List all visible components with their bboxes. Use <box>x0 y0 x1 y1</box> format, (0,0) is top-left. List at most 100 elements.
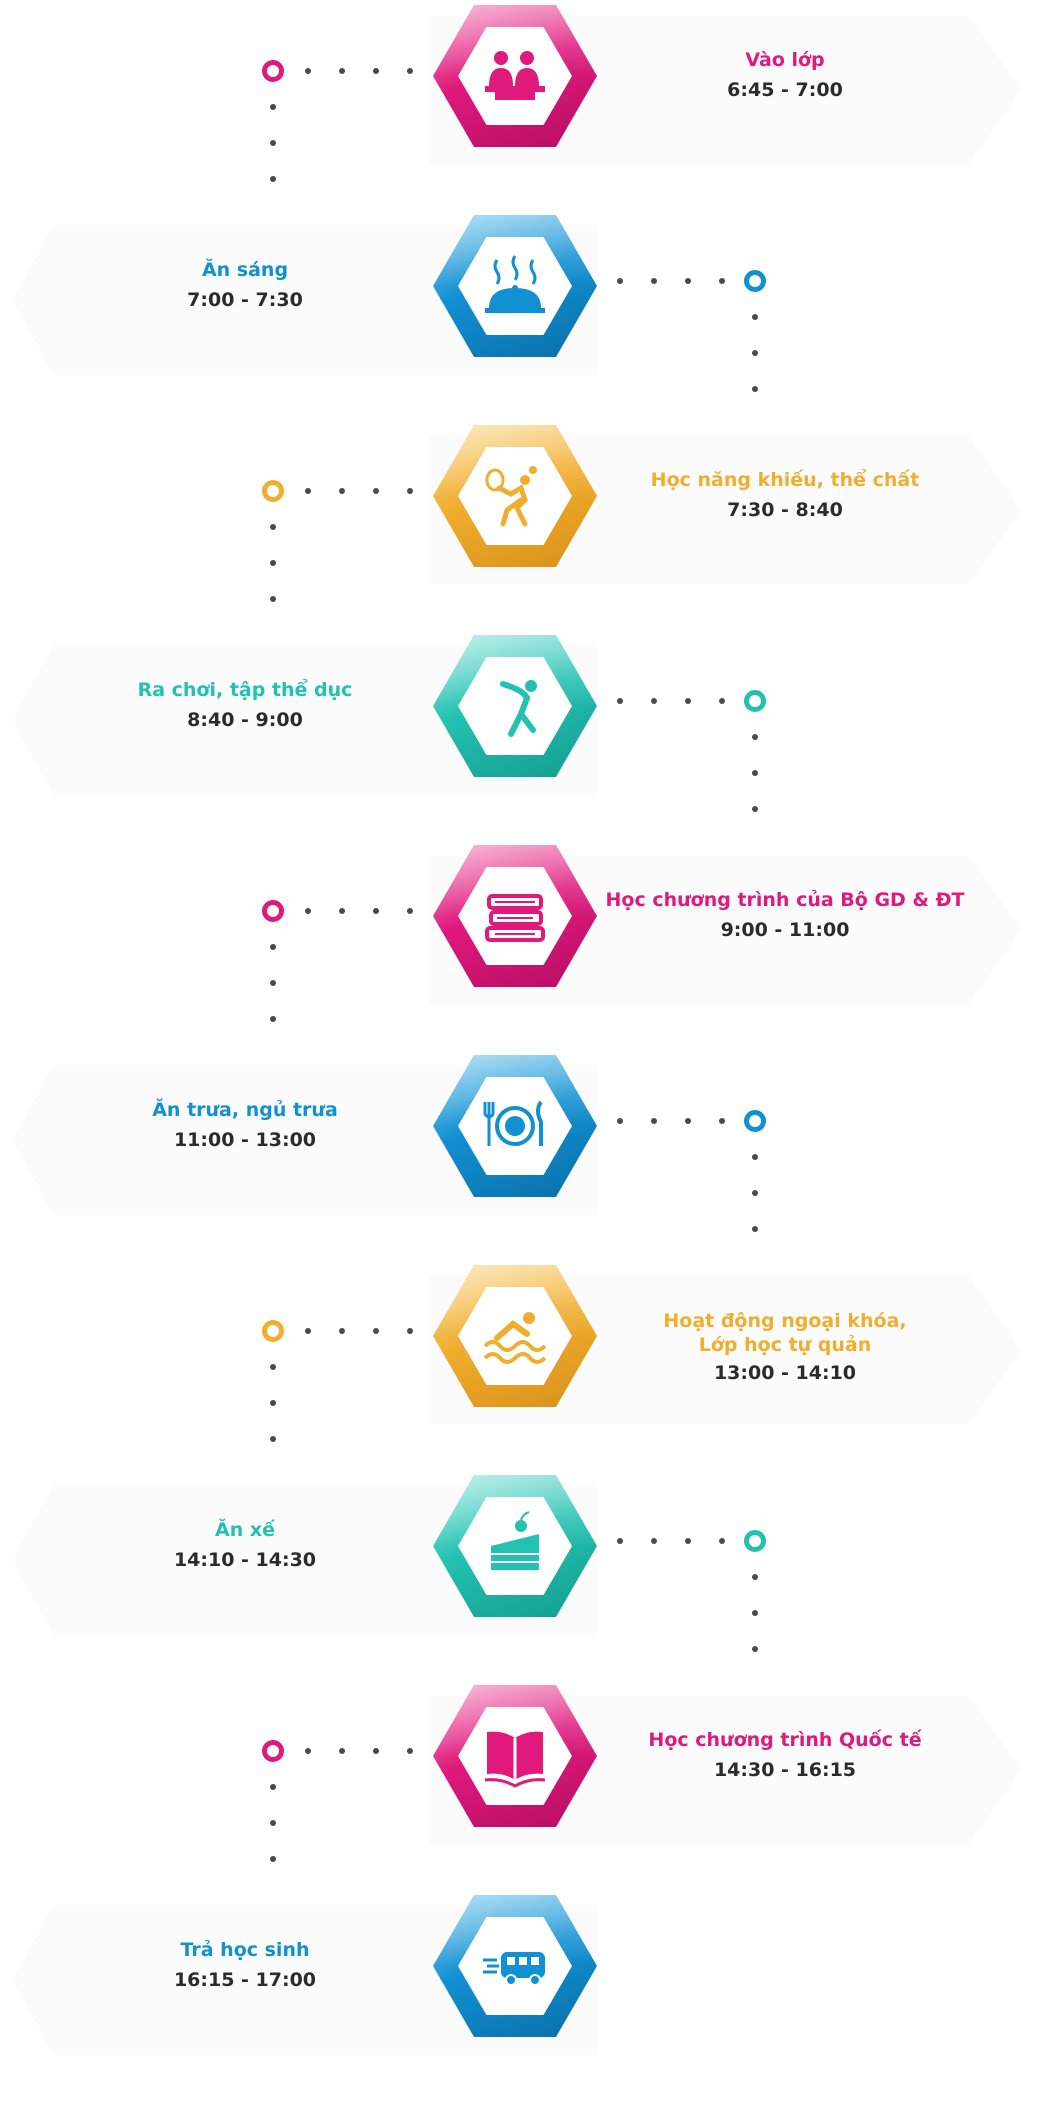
schedule-time: 9:00 - 11:00 <box>720 919 850 941</box>
connector-dot <box>270 980 276 986</box>
connector-dot <box>719 698 725 704</box>
timeline-node <box>744 1530 766 1552</box>
schedule-item: Ăn sáng 7:00 - 7:30 <box>0 215 1039 425</box>
connector-dot <box>752 350 758 356</box>
schedule-item: Ra chơi, tập thể dục 8:40 - 9:00 <box>0 635 1039 845</box>
connector-dot <box>305 1748 311 1754</box>
connector-dot <box>752 806 758 812</box>
connector-dot <box>270 1820 276 1826</box>
connector-dot <box>373 908 379 914</box>
connector-dot <box>407 1748 413 1754</box>
connector-dot <box>270 104 276 110</box>
schedule-time: 14:10 - 14:30 <box>173 1549 317 1571</box>
connector-dot <box>305 908 311 914</box>
schedule-title: Học năng khiếu, thể chất <box>650 469 920 491</box>
schedule-item: Học chương trình Quốc tế 14:30 - 16:15 <box>0 1685 1039 1895</box>
schedule-item: Trả học sinh 16:15 - 17:00 <box>0 1895 1039 2105</box>
connector-dot <box>752 386 758 392</box>
book-stack-icon <box>481 880 549 952</box>
timeline-node <box>262 60 284 82</box>
connector-dot <box>270 1400 276 1406</box>
students-at-desk-icon <box>481 40 549 112</box>
connector-dot <box>270 1856 276 1862</box>
connector-dot <box>651 1118 657 1124</box>
connector-dot <box>339 488 345 494</box>
connector-dot <box>752 734 758 740</box>
open-book-icon <box>481 1720 549 1792</box>
connector-dot <box>651 698 657 704</box>
connector-dot <box>752 1226 758 1232</box>
connector-dot <box>651 1538 657 1544</box>
schedule-time: 8:40 - 9:00 <box>187 709 303 731</box>
schedule-title: Ăn trưa, ngủ trưa <box>152 1099 338 1121</box>
connector-dot <box>685 698 691 704</box>
connector-dot <box>305 488 311 494</box>
school-bus-icon <box>481 1930 549 2002</box>
connector-dot <box>270 1784 276 1790</box>
schedule-time: 7:00 - 7:30 <box>187 289 303 311</box>
schedule-title: Trả học sinh <box>180 1939 310 1961</box>
schedule-title: Hoạt động ngoại khóa, Lớp học tự quản <box>663 1310 907 1356</box>
connector-dot <box>752 1190 758 1196</box>
connector-dot <box>270 176 276 182</box>
connector-dot <box>752 1646 758 1652</box>
connector-dot <box>617 278 623 284</box>
connector-dot <box>270 1364 276 1370</box>
connector-dot <box>270 944 276 950</box>
connector-dot <box>373 1748 379 1754</box>
schedule-time: 6:45 - 7:00 <box>727 79 843 101</box>
timeline-node <box>262 480 284 502</box>
connector-dot <box>373 488 379 494</box>
connector-dot <box>305 68 311 74</box>
connector-dot <box>270 140 276 146</box>
connector-dot <box>752 314 758 320</box>
connector-dot <box>270 596 276 602</box>
schedule-item: Vào lớp 6:45 - 7:00 <box>0 5 1039 215</box>
schedule-item: Học chương trình của Bộ GD & ĐT 9:00 - 11… <box>0 845 1039 1055</box>
schedule-title: Ăn sáng <box>201 259 289 281</box>
connector-dot <box>270 560 276 566</box>
connector-dot <box>719 1538 725 1544</box>
plate-cutlery-icon <box>481 1090 549 1162</box>
connector-dot <box>752 770 758 776</box>
schedule-item: Ăn trưa, ngủ trưa 11:00 - 13:00 <box>0 1055 1039 1265</box>
stretching-person-icon <box>481 670 549 742</box>
connector-dot <box>373 68 379 74</box>
food-cloche-icon <box>481 250 549 322</box>
swimmer-icon <box>481 1300 549 1372</box>
timeline-node <box>744 270 766 292</box>
connector-dot <box>719 1118 725 1124</box>
connector-dot <box>407 908 413 914</box>
connector-dot <box>407 1328 413 1334</box>
timeline-node <box>262 1320 284 1342</box>
cake-slice-icon <box>481 1510 549 1582</box>
connector-dot <box>373 1328 379 1334</box>
schedule-time: 11:00 - 13:00 <box>173 1129 317 1151</box>
connector-dot <box>407 488 413 494</box>
schedule-title: Vào lớp <box>745 49 825 71</box>
schedule-item: Hoạt động ngoại khóa, Lớp học tự quản 13:… <box>0 1265 1039 1475</box>
schedule-title: Học chương trình của Bộ GD & ĐT <box>605 889 965 911</box>
connector-dot <box>407 68 413 74</box>
connector-dot <box>617 698 623 704</box>
connector-dot <box>685 1538 691 1544</box>
schedule-time: 14:30 - 16:15 <box>713 1759 857 1781</box>
schedule-time: 16:15 - 17:00 <box>173 1969 317 1991</box>
timeline-node <box>744 1110 766 1132</box>
connector-dot <box>719 278 725 284</box>
connector-dot <box>685 278 691 284</box>
connector-dot <box>617 1118 623 1124</box>
connector-dot <box>339 1328 345 1334</box>
timeline-node <box>262 1740 284 1762</box>
connector-dot <box>651 278 657 284</box>
schedule-item: Ăn xế 14:10 - 14:30 <box>0 1475 1039 1685</box>
connector-dot <box>752 1154 758 1160</box>
tennis-player-icon <box>481 460 549 532</box>
schedule-title: Ra chơi, tập thể dục <box>137 679 353 701</box>
connector-dot <box>339 1748 345 1754</box>
timeline-node <box>262 900 284 922</box>
schedule-time: 7:30 - 8:40 <box>727 499 843 521</box>
schedule-title: Học chương trình Quốc tế <box>648 1729 922 1751</box>
timeline-node <box>744 690 766 712</box>
connector-dot <box>339 908 345 914</box>
